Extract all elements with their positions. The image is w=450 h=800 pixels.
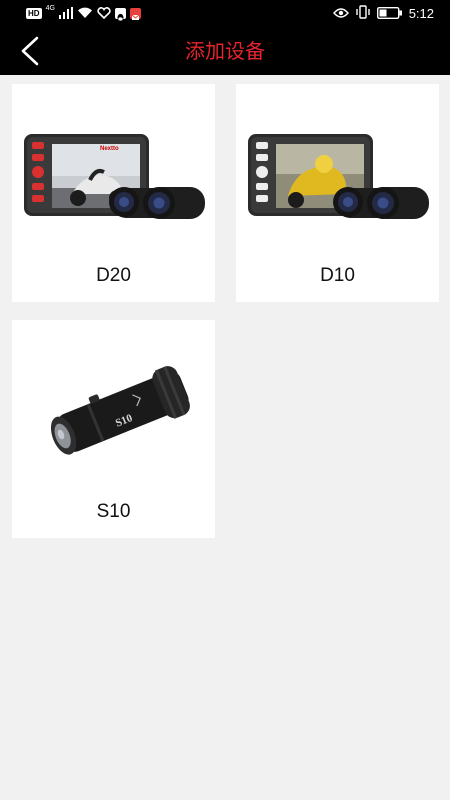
health-app-icon — [97, 4, 111, 23]
wifi-icon — [77, 4, 93, 23]
device-name: D20 — [96, 265, 131, 286]
vibrate-icon — [355, 4, 371, 23]
svg-text:Nextto: Nextto — [100, 146, 119, 152]
device-card-d10[interactable]: D10 — [236, 84, 439, 302]
message-app-icon — [129, 7, 141, 20]
device-image-d10 — [248, 134, 429, 219]
page-title: 添加设备 — [185, 39, 265, 63]
status-bar: HD 4G 5:12 — [0, 0, 450, 26]
device-card-d20[interactable]: Nextto D20 — [12, 84, 215, 302]
status-left-group: HD 4G — [26, 4, 141, 22]
device-name: D10 — [320, 265, 355, 286]
signal-icon — [58, 4, 73, 23]
device-image-s10: S10 — [50, 366, 190, 455]
device-name: S10 — [96, 501, 131, 522]
device-card-s10[interactable]: S10 S10 — [12, 320, 215, 538]
eye-icon — [332, 4, 349, 23]
qq-app-icon — [114, 7, 126, 21]
network-type-label: 4G — [45, 5, 55, 12]
hd-badge: HD — [26, 7, 42, 19]
battery-icon — [376, 4, 403, 23]
status-time: 5:12 — [408, 5, 434, 21]
device-image-d20: Nextto — [24, 134, 205, 219]
status-right-group: 5:12 — [332, 4, 434, 23]
title-bar: 添加设备 — [0, 26, 450, 75]
